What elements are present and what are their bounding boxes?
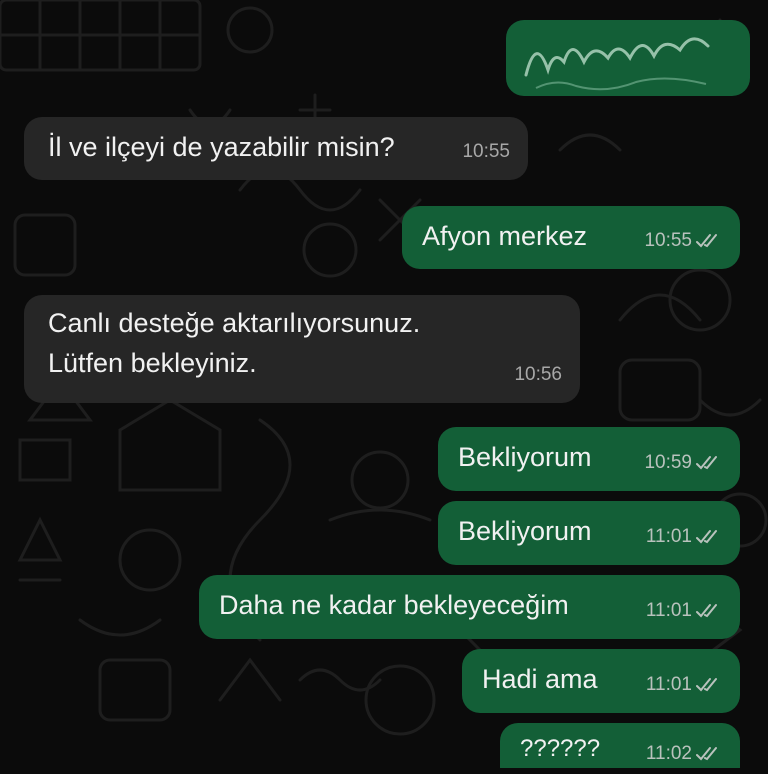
message-text: İl ve ilçeyi de yazabilir misin?	[48, 132, 395, 162]
message-text: Afyon merkez	[422, 221, 588, 251]
message-meta: 10:56	[514, 355, 562, 395]
message-bubble-outgoing[interactable]: Bekliyorum 10:59	[438, 427, 740, 491]
message-bubble-incoming[interactable]: İl ve ilçeyi de yazabilir misin? 10:55	[24, 117, 528, 180]
message-bubble-incoming[interactable]: Canlı desteğe aktarılıyorsunuz. Lütfen b…	[24, 295, 580, 403]
double-check-icon	[696, 747, 717, 761]
message-bubble-outgoing[interactable]: Hadi ama 11:01	[462, 649, 740, 713]
redacted-message-bubble[interactable]	[506, 20, 750, 96]
message-time: 11:01	[645, 526, 692, 547]
message-meta: 11:01	[646, 665, 722, 705]
message-text: ??????	[520, 735, 601, 762]
message-meta: 10:55	[644, 221, 722, 261]
message-meta: 10:59	[644, 443, 722, 483]
message-text: Bekliyorum	[458, 516, 592, 546]
message-meta: 11:02	[646, 734, 722, 774]
double-check-icon	[696, 530, 717, 544]
message-text: Canlı desteğe aktarılıyorsunuz. Lütfen b…	[48, 308, 421, 378]
message-bubble-outgoing[interactable]: Afyon merkez 10:55	[402, 206, 740, 269]
message-time: 10:59	[644, 452, 692, 473]
redacted-scribble	[524, 37, 710, 91]
double-check-icon	[696, 234, 717, 248]
message-time: 11:01	[645, 600, 692, 621]
message-text: Daha ne kadar bekleyeceğim	[219, 590, 569, 620]
message-time: 11:01	[645, 674, 692, 695]
message-meta: 11:01	[646, 591, 722, 631]
message-text: Hadi ama	[482, 664, 598, 694]
message-bubble-outgoing[interactable]: Bekliyorum 11:01	[438, 501, 740, 565]
message-meta: 11:01	[646, 517, 722, 557]
message-text: Bekliyorum	[458, 442, 592, 472]
message-time: 10:56	[514, 364, 562, 385]
double-check-icon	[696, 456, 717, 470]
message-time: 10:55	[644, 230, 692, 251]
message-bubble-outgoing[interactable]: Daha ne kadar bekleyeceğim 11:01	[199, 575, 740, 639]
message-bubble-outgoing[interactable]: ?????? 11:02	[500, 723, 740, 768]
double-check-icon	[696, 678, 717, 692]
double-check-icon	[696, 604, 717, 618]
message-meta: 10:55	[462, 132, 510, 172]
message-time: 11:02	[645, 743, 692, 764]
message-time: 10:55	[462, 141, 510, 162]
